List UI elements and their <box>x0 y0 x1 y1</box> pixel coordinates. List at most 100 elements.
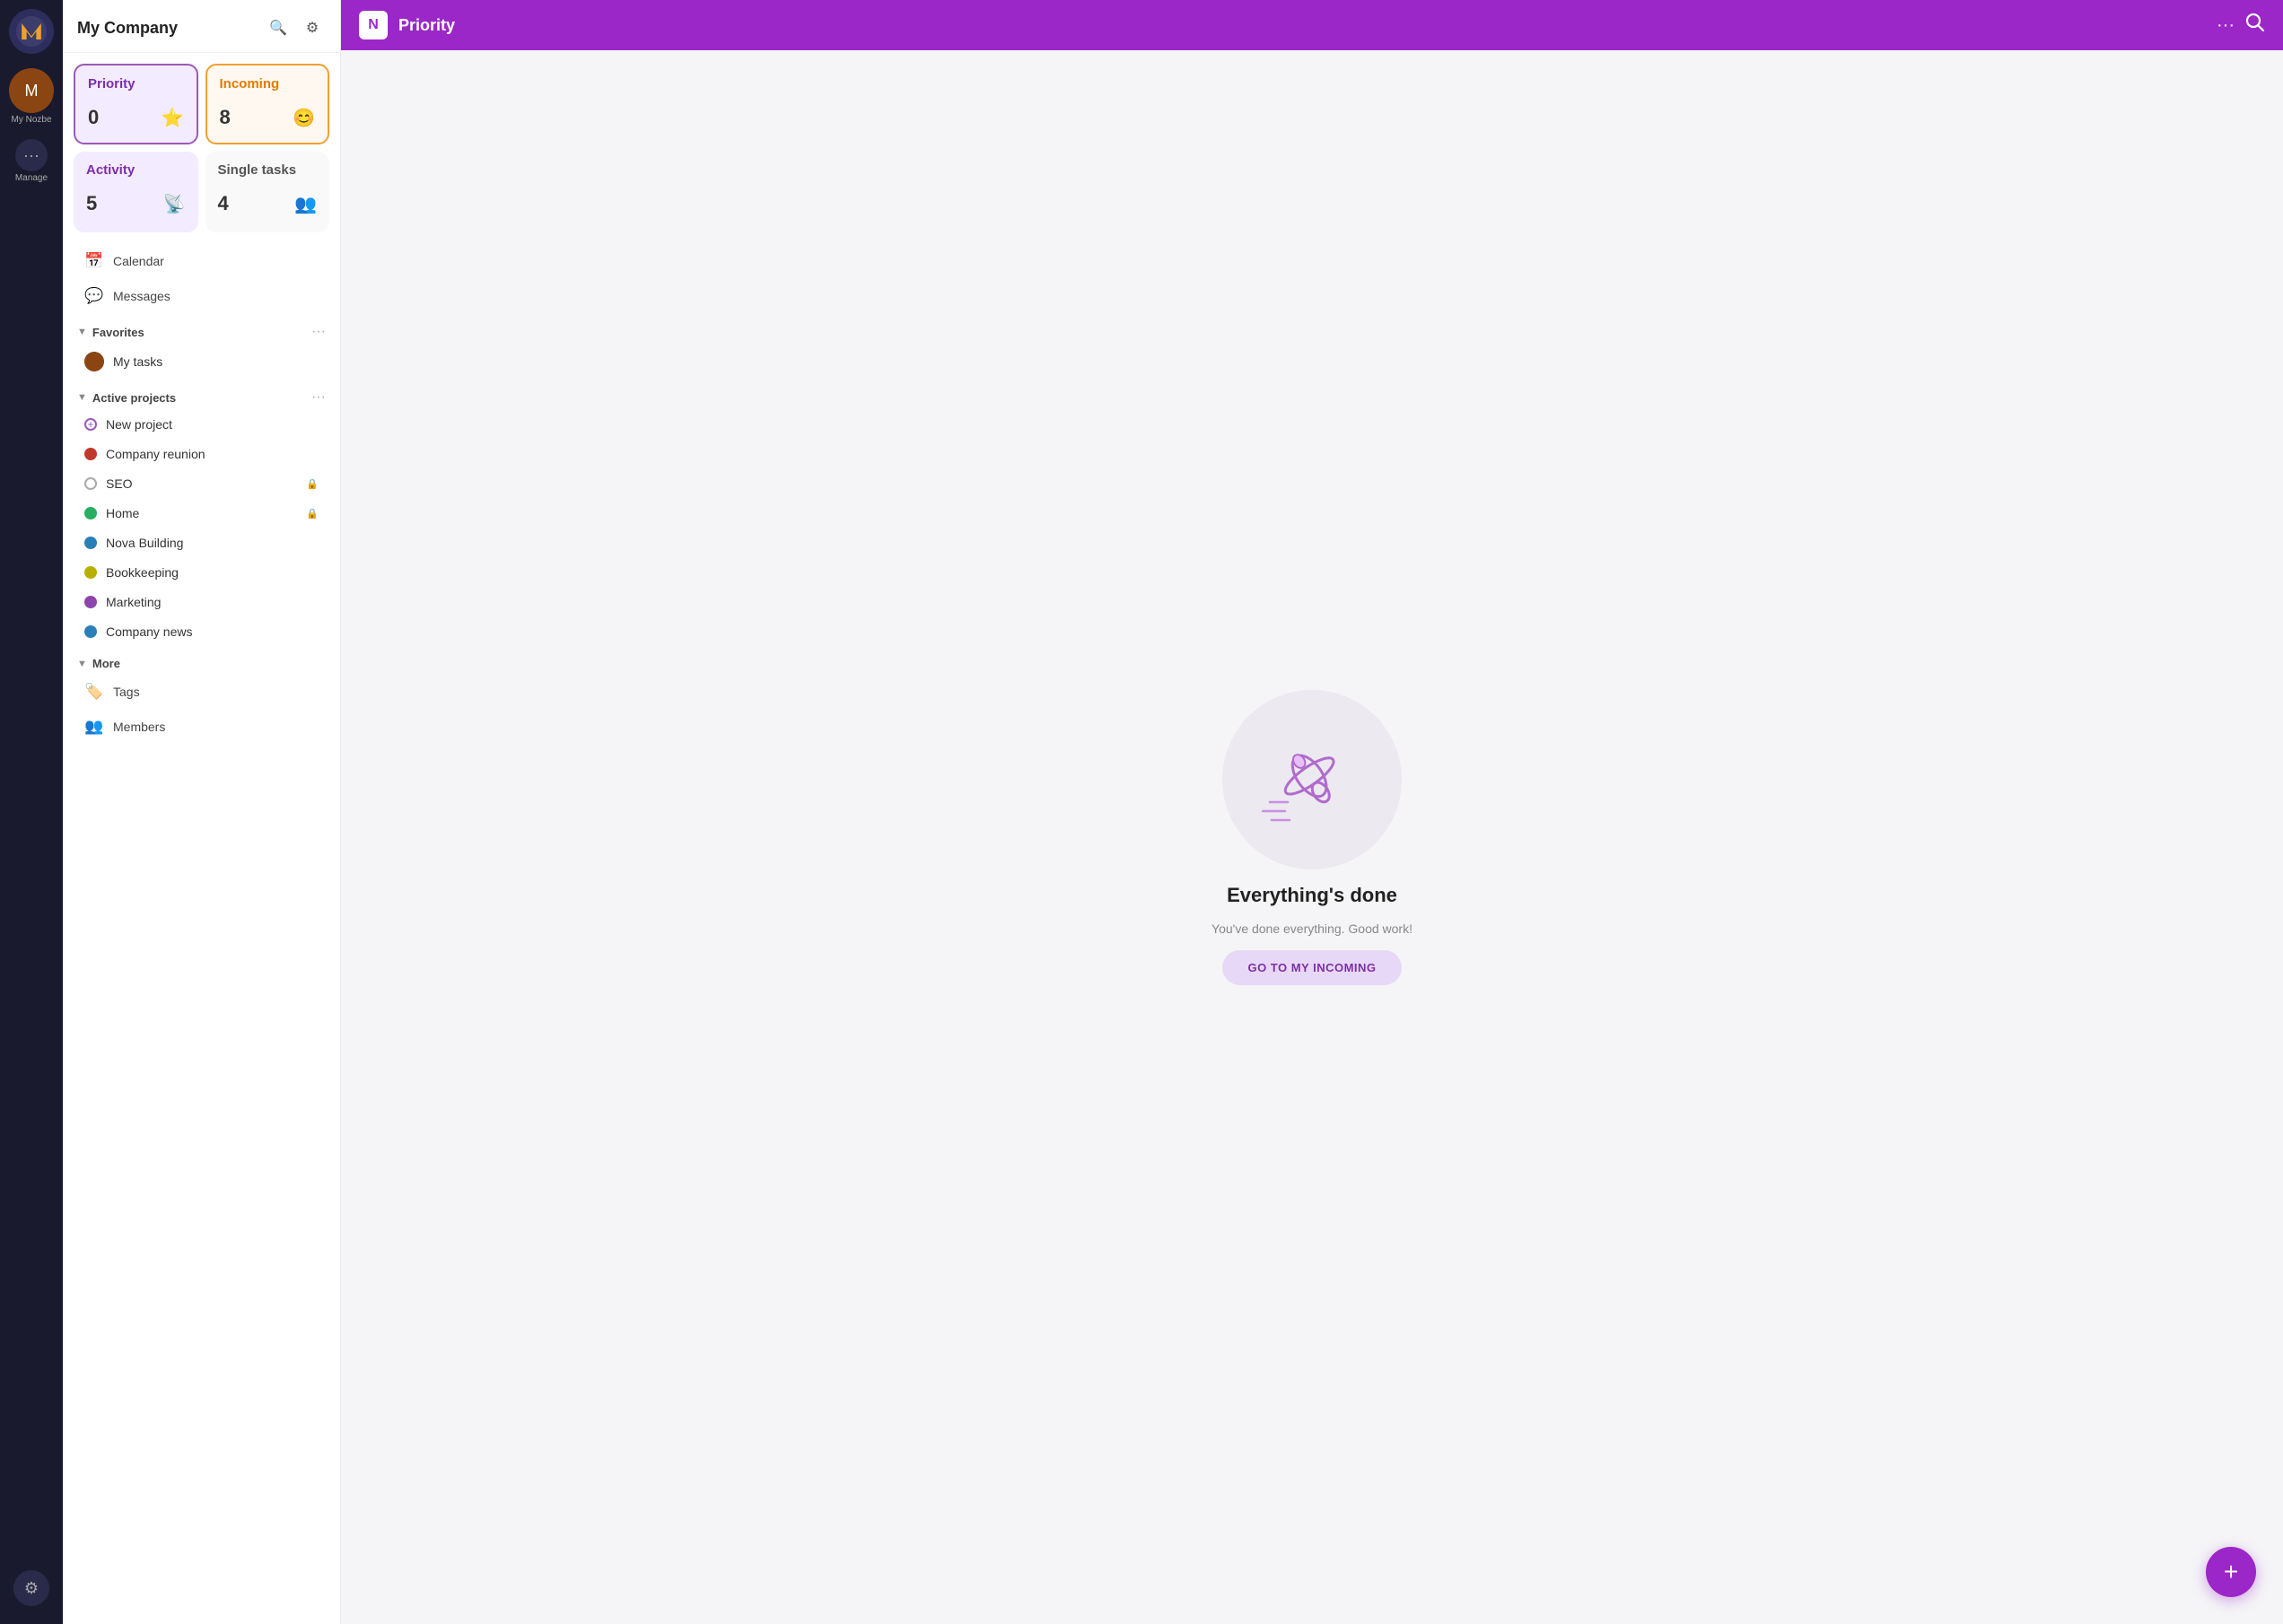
new-project-icon: + <box>84 418 97 431</box>
settings-icon[interactable]: ⚙ <box>13 1570 49 1606</box>
app-logo[interactable] <box>9 9 54 54</box>
nova-building-label: Nova Building <box>106 536 319 550</box>
tile-activity-count-row: 5 📡 <box>86 192 186 215</box>
active-projects-title: ▼ Active projects <box>77 391 176 405</box>
more-title: ▼ More <box>77 657 120 670</box>
tile-priority-count-row: 0 ⭐ <box>88 106 184 129</box>
bookkeeping-dot <box>84 566 97 579</box>
sidebar-item-company-reunion[interactable]: Company reunion <box>70 440 333 468</box>
calendar-icon: 📅 <box>84 252 104 270</box>
topbar-title: Priority <box>398 16 2206 35</box>
my-tasks-avatar <box>84 352 104 371</box>
manage-label: Manage <box>15 173 48 183</box>
seo-dot <box>84 477 97 490</box>
tile-priority-count: 0 <box>88 106 99 129</box>
tile-activity-count: 5 <box>86 192 97 215</box>
tile-activity[interactable]: Activity 5 📡 <box>74 152 198 232</box>
sidebar-item-nova-building[interactable]: Nova Building <box>70 528 333 557</box>
fab-add-button[interactable]: + <box>2206 1547 2256 1597</box>
sidebar: My Company 🔍 ⚙ Priority 0 ⭐ Incoming 8 😊 <box>63 0 341 1624</box>
my-nozbe-label: My Nozbe <box>11 115 51 125</box>
more-label: More <box>92 657 120 670</box>
sidebar-item-company-news[interactable]: Company news <box>70 617 333 646</box>
tile-single-tasks[interactable]: Single tasks 4 👥 <box>206 152 330 232</box>
favorites-options-icon[interactable]: ··· <box>311 324 326 340</box>
tile-incoming[interactable]: Incoming 8 😊 <box>206 64 330 144</box>
tags-icon: 🏷️ <box>84 683 104 701</box>
sidebar-item-new-project[interactable]: + New project <box>70 410 333 439</box>
bookkeeping-label: Bookkeeping <box>106 565 319 580</box>
company-name: My Company <box>77 19 178 38</box>
members-label: Members <box>113 720 165 734</box>
icon-bar: M My Nozbe ··· Manage ⚙ <box>0 0 63 1624</box>
empty-state-illustration <box>1222 690 1402 869</box>
empty-state: Everything's done You've done everything… <box>1211 690 1413 985</box>
company-news-label: Company news <box>106 624 319 639</box>
tiles-grid: Priority 0 ⭐ Incoming 8 😊 Activity 5 📡 <box>63 53 340 243</box>
main-area: N Priority ··· <box>341 0 2283 1624</box>
manage-icon: ··· <box>15 139 48 171</box>
sidebar-item-calendar[interactable]: 📅 Calendar <box>70 244 333 278</box>
seo-badge: 🔒 <box>306 478 319 490</box>
tile-priority-label: Priority <box>88 76 184 92</box>
sidebar-item-seo[interactable]: SEO 🔒 <box>70 469 333 498</box>
icon-bar-bottom: ⚙ <box>13 1570 49 1615</box>
marketing-label: Marketing <box>106 595 319 609</box>
topbar-logo: N <box>359 11 388 39</box>
sidebar-item-tags[interactable]: 🏷️ Tags <box>70 675 333 709</box>
active-projects-options-icon[interactable]: ··· <box>311 389 326 406</box>
sidebar-scroll: Priority 0 ⭐ Incoming 8 😊 Activity 5 📡 <box>63 53 340 1624</box>
tags-label: Tags <box>113 685 140 699</box>
sidebar-item-messages[interactable]: 💬 Messages <box>70 279 333 313</box>
active-projects-arrow-icon: ▼ <box>77 392 87 403</box>
topbar: N Priority ··· <box>341 0 2283 50</box>
content-area: Everything's done You've done everything… <box>341 50 2283 1624</box>
company-reunion-label: Company reunion <box>106 447 319 461</box>
more-arrow-icon: ▼ <box>77 659 87 669</box>
go-to-incoming-button[interactable]: GO TO MY INCOMING <box>1222 950 1401 985</box>
tile-priority-icon: ⭐ <box>162 107 184 129</box>
company-news-dot <box>84 625 97 638</box>
nova-building-dot <box>84 537 97 549</box>
tile-incoming-label: Incoming <box>220 76 316 92</box>
members-icon: 👥 <box>84 718 104 736</box>
manage-item[interactable]: ··· Manage <box>12 135 51 187</box>
tile-priority[interactable]: Priority 0 ⭐ <box>74 64 198 144</box>
sidebar-item-home[interactable]: Home 🔒 <box>70 499 333 528</box>
settings-button[interactable]: ⚙ <box>299 14 326 41</box>
home-dot <box>84 507 97 520</box>
messages-icon: 💬 <box>84 287 104 305</box>
more-section-header: ▼ More <box>63 650 340 674</box>
sidebar-item-bookkeeping[interactable]: Bookkeeping <box>70 558 333 587</box>
messages-label: Messages <box>113 289 171 303</box>
my-nozbe-item[interactable]: M My Nozbe <box>5 61 57 128</box>
tile-activity-label: Activity <box>86 162 186 178</box>
empty-state-subtitle: You've done everything. Good work! <box>1211 921 1413 936</box>
company-reunion-dot <box>84 448 97 460</box>
topbar-options-icon[interactable]: ··· <box>2217 15 2235 36</box>
my-tasks-label: My tasks <box>113 354 319 369</box>
favorites-label: Favorites <box>92 326 144 339</box>
tile-single-tasks-count: 4 <box>218 192 229 215</box>
sidebar-item-marketing[interactable]: Marketing <box>70 588 333 616</box>
marketing-dot <box>84 596 97 608</box>
tile-incoming-count: 8 <box>220 106 231 129</box>
search-button[interactable]: 🔍 <box>265 14 292 41</box>
new-project-label: New project <box>106 417 319 432</box>
tile-incoming-icon: 😊 <box>293 107 315 129</box>
tile-incoming-count-row: 8 😊 <box>220 106 316 129</box>
empty-state-title: Everything's done <box>1227 884 1397 907</box>
tile-activity-icon: 📡 <box>163 193 186 215</box>
sidebar-header-icons: 🔍 ⚙ <box>265 14 326 41</box>
tile-single-tasks-icon: 👥 <box>294 193 317 215</box>
topbar-search-icon[interactable] <box>2245 13 2265 38</box>
sidebar-item-my-tasks[interactable]: My tasks <box>70 345 333 379</box>
active-projects-section-header: ▼ Active projects ··· <box>63 382 340 409</box>
favorites-section-header: ▼ Favorites ··· <box>63 317 340 344</box>
avatar: M <box>9 68 54 113</box>
sidebar-header: My Company 🔍 ⚙ <box>63 0 340 53</box>
calendar-label: Calendar <box>113 254 164 268</box>
sidebar-item-members[interactable]: 👥 Members <box>70 710 333 744</box>
active-projects-label: Active projects <box>92 391 176 405</box>
tile-single-tasks-label: Single tasks <box>218 162 318 178</box>
